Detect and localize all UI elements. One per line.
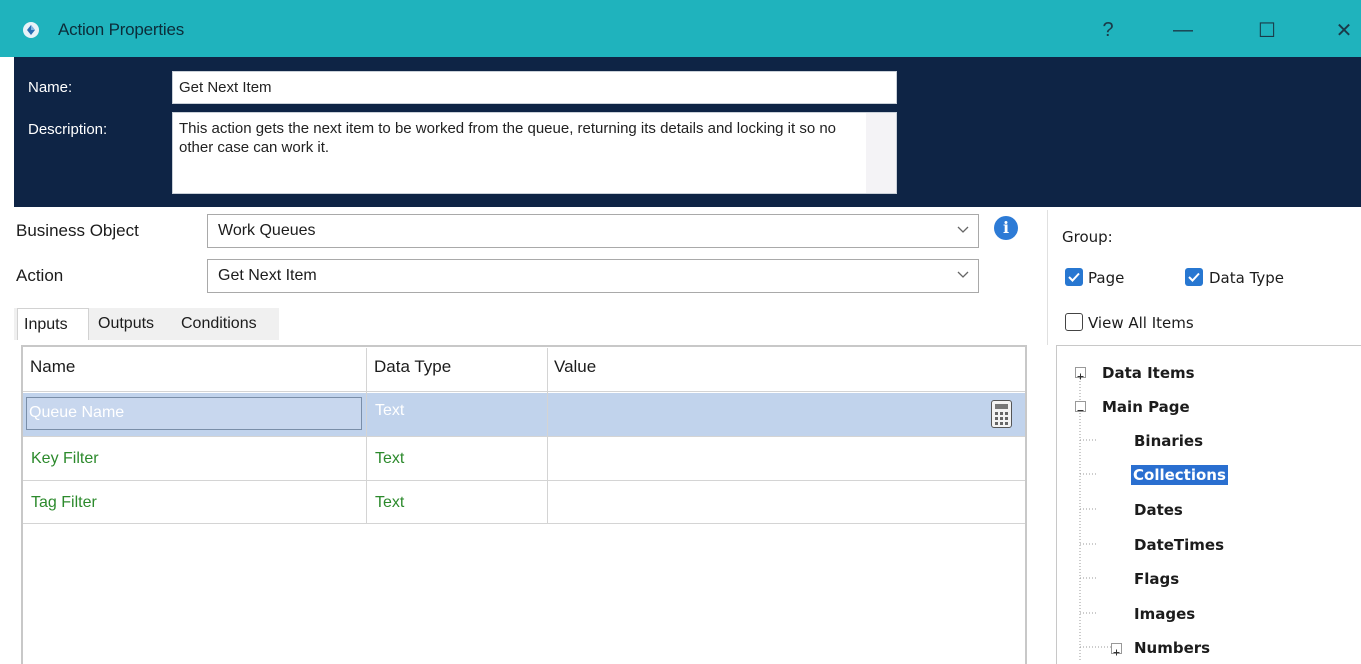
help-button[interactable]: ? [1093, 10, 1123, 50]
column-header-value[interactable]: Value [554, 357, 596, 377]
column-header-name[interactable]: Name [30, 357, 75, 377]
tab-inputs[interactable]: Inputs [17, 308, 89, 340]
tree-item-data-items[interactable]: Data Items [1102, 364, 1195, 382]
row-divider [23, 480, 1025, 481]
name-field[interactable]: Get Next Item [172, 71, 897, 104]
check-icon [1068, 272, 1080, 282]
page-checkbox[interactable] [1065, 268, 1083, 286]
description-label: Description: [28, 121, 108, 138]
chevron-down-icon [957, 226, 969, 233]
info-icon[interactable]: i [994, 216, 1018, 240]
tab-outputs[interactable]: Outputs [92, 308, 170, 340]
action-select[interactable]: Get Next Item [207, 259, 979, 293]
title-bar[interactable] [0, 0, 1361, 57]
row-divider [23, 436, 1025, 437]
column-header-data-type[interactable]: Data Type [374, 357, 451, 377]
page-checkbox-label[interactable]: Page [1088, 269, 1124, 287]
header-divider [23, 391, 1025, 392]
name-label: Name: [28, 79, 73, 96]
data-type-checkbox[interactable] [1185, 268, 1203, 286]
business-object-label: Business Object [16, 221, 139, 240]
column-divider [547, 348, 548, 524]
calculator-glyph [995, 404, 1008, 425]
minus-glyph [1077, 410, 1084, 411]
expand-icon[interactable] [1111, 643, 1122, 656]
minimize-icon: — [1173, 18, 1193, 41]
row-type[interactable]: Text [375, 494, 404, 512]
maximize-button[interactable]: ☐ [1247, 10, 1287, 50]
action-value: Get Next Item [218, 267, 317, 284]
check-icon [1188, 272, 1200, 282]
close-icon: ✕ [1335, 19, 1353, 42]
tree-item-flags[interactable]: Flags [1134, 570, 1179, 588]
view-all-items-checkbox[interactable] [1065, 313, 1083, 331]
chevron-down-icon [957, 271, 969, 278]
plus-glyph [1113, 649, 1120, 656]
tree-item-images[interactable]: Images [1134, 605, 1195, 623]
business-object-select[interactable]: Work Queues [207, 214, 979, 248]
tree-item-dates[interactable]: Dates [1134, 501, 1183, 519]
tree-item-datetimes[interactable]: DateTimes [1134, 536, 1224, 554]
window-title: Action Properties [58, 20, 185, 39]
help-icon: ? [1102, 18, 1114, 41]
group-label: Group: [1062, 228, 1113, 246]
collapse-icon[interactable] [1075, 401, 1086, 412]
maximize-icon: ☐ [1258, 19, 1276, 42]
row-name[interactable]: Key Filter [31, 450, 99, 468]
row-type[interactable]: Text [375, 450, 404, 468]
tree-item-binaries[interactable]: Binaries [1134, 432, 1203, 450]
business-object-value: Work Queues [218, 222, 316, 239]
tree-item-numbers[interactable]: Numbers [1134, 639, 1210, 657]
plus-glyph [1077, 373, 1084, 380]
tree-item-main-page[interactable]: Main Page [1102, 398, 1190, 416]
expand-icon[interactable] [1075, 367, 1086, 380]
row-divider [23, 523, 1025, 524]
minimize-button[interactable]: — [1163, 10, 1203, 50]
view-all-items-label[interactable]: View All Items [1088, 314, 1194, 332]
calculator-icon[interactable] [991, 400, 1012, 428]
close-button[interactable]: ✕ [1327, 10, 1361, 50]
data-type-checkbox-label[interactable]: Data Type [1209, 269, 1284, 287]
row-name: Queue Name [29, 404, 125, 421]
description-field[interactable]: This action gets the next item to be wor… [173, 113, 866, 193]
row-type: Text [375, 402, 405, 419]
column-divider [366, 348, 367, 524]
blueprism-icon [23, 22, 39, 38]
action-label: Action [16, 266, 64, 285]
tab-conditions[interactable]: Conditions [175, 308, 275, 340]
tree-item-collections[interactable]: Collections [1130, 464, 1229, 486]
row-name[interactable]: Tag Filter [31, 494, 97, 512]
